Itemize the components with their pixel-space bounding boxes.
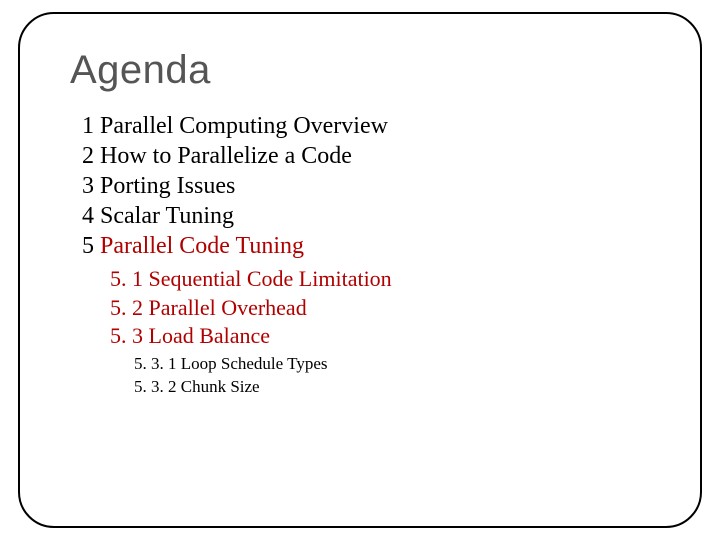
- slide-title: Agenda: [70, 48, 684, 93]
- agenda-item: 3 Porting Issues: [82, 171, 684, 201]
- item-text: Parallel Code Tuning: [100, 233, 304, 259]
- item-num: 5: [82, 233, 94, 259]
- agenda-item: 4 Scalar Tuning: [82, 201, 684, 231]
- item-num: 4: [82, 203, 94, 229]
- subitem-text: Sequential Code Limitation: [149, 266, 392, 291]
- item-text: Parallel Computing Overview: [100, 113, 388, 139]
- agenda-sublist: 5. 1 Sequential Code Limitation 5. 2 Par…: [110, 265, 684, 399]
- item-text: How to Parallelize a Code: [100, 143, 352, 169]
- subsubitem-num: 5. 3. 2: [134, 377, 177, 396]
- item-text: Porting Issues: [100, 173, 235, 199]
- agenda-subsublist: 5. 3. 1 Loop Schedule Types 5. 3. 2 Chun…: [134, 353, 684, 399]
- subitem-num: 5. 2: [110, 295, 143, 320]
- agenda-item: 1 Parallel Computing Overview: [82, 111, 684, 141]
- item-num: 2: [82, 143, 94, 169]
- slide: Agenda 1 Parallel Computing Overview 2 H…: [0, 0, 720, 540]
- agenda-item-highlight: 5 Parallel Code Tuning: [82, 231, 684, 261]
- subsubitem-text: Chunk Size: [181, 377, 260, 396]
- agenda-subsubitem: 5. 3. 2 Chunk Size: [134, 376, 684, 399]
- subitem-num: 5. 1: [110, 266, 143, 291]
- item-text: Scalar Tuning: [100, 203, 234, 229]
- agenda-subsubitem: 5. 3. 1 Loop Schedule Types: [134, 353, 684, 376]
- agenda-item: 2 How to Parallelize a Code: [82, 141, 684, 171]
- subsubitem-text: Loop Schedule Types: [181, 354, 328, 373]
- agenda-subitem: 5. 3 Load Balance: [110, 322, 684, 351]
- subitem-text: Load Balance: [149, 323, 271, 348]
- item-num: 1: [82, 113, 94, 139]
- agenda-subitem: 5. 2 Parallel Overhead: [110, 294, 684, 323]
- agenda-subitem: 5. 1 Sequential Code Limitation: [110, 265, 684, 294]
- subitem-num: 5. 3: [110, 323, 143, 348]
- item-num: 3: [82, 173, 94, 199]
- agenda-content: 1 Parallel Computing Overview 2 How to P…: [82, 111, 684, 399]
- subsubitem-num: 5. 3. 1: [134, 354, 177, 373]
- subitem-text: Parallel Overhead: [149, 295, 307, 320]
